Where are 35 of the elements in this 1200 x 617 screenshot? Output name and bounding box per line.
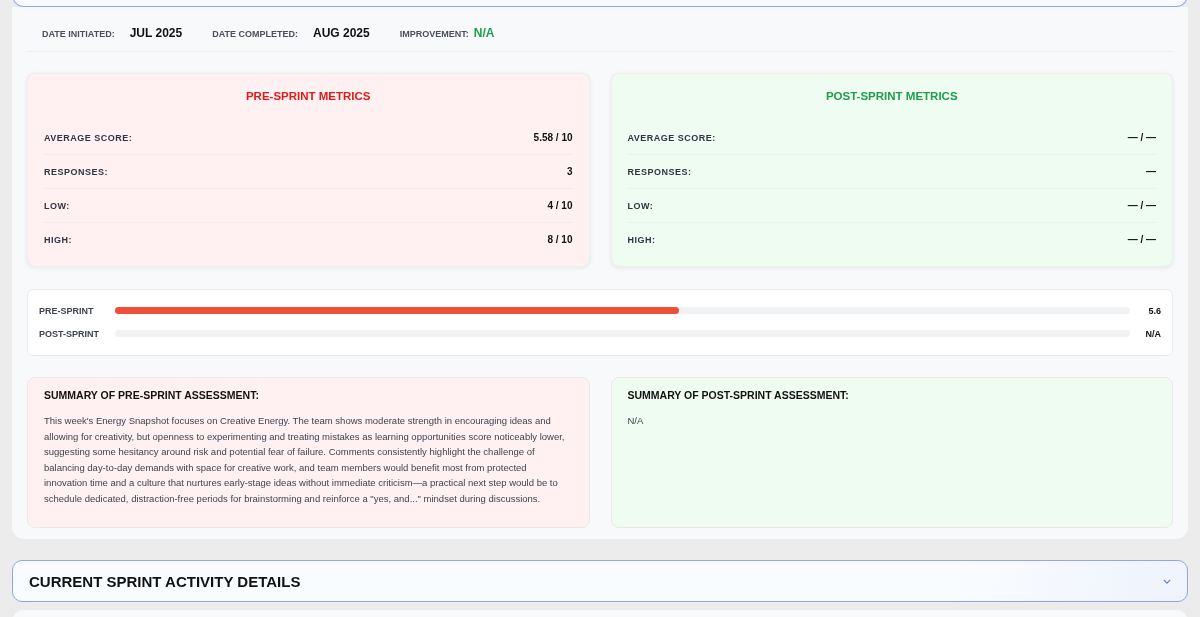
bar-label: POST-SPRINT (39, 328, 100, 339)
metric-label: AVERAGE SCORE: (44, 132, 133, 143)
metric-label: AVERAGE SCORE: (627, 132, 716, 143)
metric-label: HIGH: (627, 234, 656, 245)
field-label: DATE INITIATED: (42, 29, 115, 39)
metric-value: — / — (1127, 234, 1156, 245)
field-value: JUL 2025 (129, 26, 183, 40)
field-label: DATE COMPLETED: (212, 29, 298, 39)
bar-value: N/A (1144, 328, 1161, 339)
card-title: PRE-SPRINT METRICS (244, 89, 372, 104)
metric-value: 5.58 / 10 (533, 132, 573, 143)
chevron-icon[interactable] (1163, 578, 1171, 584)
card-title: POST-SPRINT METRICS (824, 89, 959, 104)
metric-label: RESPONSES: (627, 166, 692, 177)
field-value: AUG 2025 (313, 26, 370, 40)
metric-value: 8 / 10 (547, 234, 573, 245)
section-title: CURRENT SPRINT ACTIVITY DETAILS (29, 572, 301, 590)
bar-label: PRE-SPRINT (39, 305, 95, 316)
field-label: IMPROVEMENT: (399, 29, 469, 39)
summary-title: SUMMARY OF POST-SPRINT ASSESSMENT: (627, 389, 850, 401)
metric-label: HIGH: (44, 234, 72, 245)
metric-label: RESPONSES: (44, 166, 108, 177)
metric-label: LOW: (627, 200, 654, 211)
metric-value: — / — (1127, 132, 1156, 143)
summary-title: SUMMARY OF PRE-SPRINT ASSESSMENT: (44, 389, 260, 401)
metric-value: — / — (1127, 200, 1156, 211)
bar-value: 5.6 (1147, 305, 1161, 316)
section-header[interactable]: CURRENT SPRINT ACTIVITY DETAILS (12, 560, 1188, 602)
metric-value: — (1146, 166, 1156, 177)
summary-text: This week's Energy Snapshot focuses on Creative Energy. The team shows moderate strength in encouraging ideas and allowing for creativity, but openness to experimenting and treating mistakes as learning opportunities score noticeably lower, suggesting some hesitancy around risk and potential fear of failure. Comments consistently highlight the challenge of balancing day-to-day demands with space for creative work, and team members would benefit most from protected innovation time and a culture that nurtures early-stage ideas without immediate criticism—a practical next step would be to schedule dedicated, distraction-free periods for brainstorming and reinforce a "yes, and..." mindset during discussions. (44, 414, 566, 506)
metric-value: 4 / 10 (547, 200, 573, 211)
metric-label: LOW: (44, 200, 70, 211)
summary-text: N/A (627, 414, 645, 428)
field-value: N/A (473, 26, 495, 40)
metric-value: 3 (566, 166, 573, 177)
